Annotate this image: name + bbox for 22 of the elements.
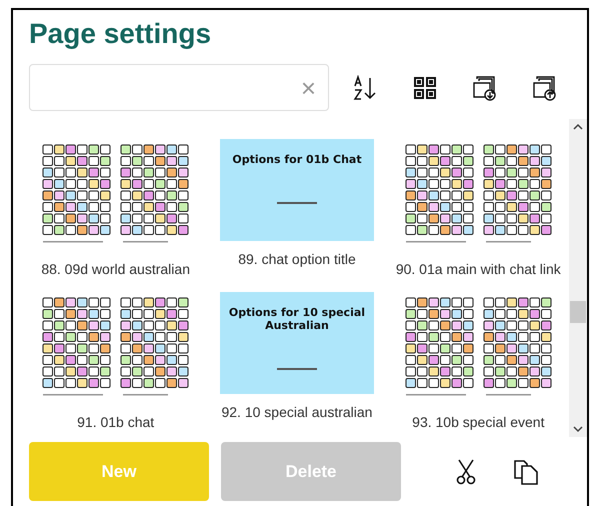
slide-thumbnail[interactable]: Options for 10 special Australian — [220, 292, 374, 394]
slide-caption-line — [276, 368, 317, 370]
copy-icon[interactable] — [513, 458, 539, 484]
slide-title: Options for 01b Chat — [232, 153, 362, 166]
page-label[interactable]: 93. 10b special event — [412, 412, 544, 433]
page-label[interactable]: 92. 10 special australian — [221, 402, 372, 423]
import-pages-icon[interactable] — [471, 74, 497, 100]
scroll-up-icon[interactable] — [573, 123, 583, 131]
cut-icon[interactable] — [455, 458, 477, 484]
page-label[interactable]: 88. 09d world australian — [41, 259, 190, 280]
slide-thumbnail[interactable]: Options for 01b Chat — [220, 139, 374, 241]
export-pages-icon[interactable] — [531, 74, 557, 100]
slide-title: Options for 10 special Australian — [228, 306, 366, 332]
scroll-down-icon[interactable] — [573, 425, 583, 433]
scroll-thumb[interactable] — [570, 301, 586, 323]
page-label[interactable]: 91. 01b chat — [77, 412, 154, 433]
dialog-title: Page settings — [29, 17, 212, 51]
page-label[interactable]: 90. 01a main with chat link — [396, 259, 561, 280]
page-label[interactable]: 89. chat option title — [238, 249, 356, 270]
scrollbar[interactable] — [569, 119, 587, 437]
grid-icon[interactable] — [413, 76, 437, 100]
slide-caption-line — [276, 202, 317, 204]
